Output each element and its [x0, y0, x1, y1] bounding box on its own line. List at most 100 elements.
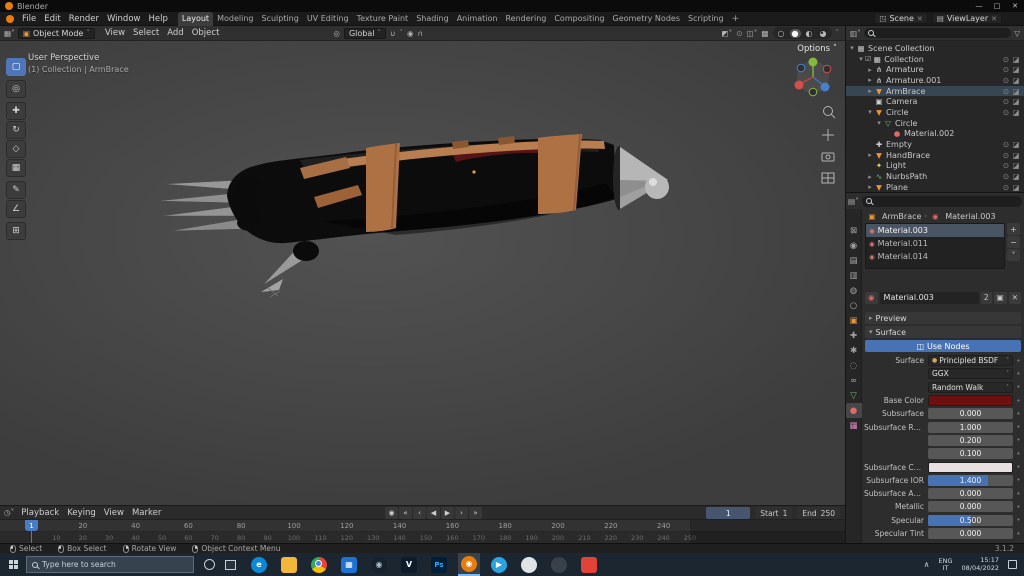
- unlink-material-icon[interactable]: ✕: [1009, 292, 1021, 304]
- timeline-menu-marker[interactable]: Marker: [128, 508, 165, 518]
- disclosure-down-icon[interactable]: ▾: [857, 55, 865, 63]
- specular-tint-field[interactable]: 0.000: [928, 528, 1013, 539]
- toggle-xray-icon[interactable]: ▩: [761, 29, 768, 38]
- timeline-editor-icon[interactable]: ◷˅: [4, 508, 14, 517]
- dark-app-taskbar-icon[interactable]: [548, 553, 570, 576]
- workspace-tab-layout[interactable]: Layout: [178, 12, 213, 26]
- timeline-menu-view[interactable]: View: [100, 508, 128, 518]
- scale-tool[interactable]: ◇: [6, 140, 26, 158]
- visibility-eye-icon[interactable]: ⊙: [1001, 172, 1011, 181]
- add-cube-tool[interactable]: ⊞: [6, 222, 26, 240]
- disclosure-down-icon[interactable]: ▾: [848, 44, 856, 52]
- render-visibility-icon[interactable]: ◪: [1011, 172, 1021, 181]
- visibility-eye-icon[interactable]: ⊙: [1001, 108, 1011, 117]
- preview-section-header[interactable]: ▸ Preview: [865, 312, 1021, 324]
- armbrace-object[interactable]: [157, 134, 669, 297]
- workspace-tab-rendering[interactable]: Rendering: [501, 12, 550, 26]
- current-frame-field[interactable]: 1: [706, 507, 750, 519]
- chrome-taskbar-icon[interactable]: [308, 553, 330, 576]
- axis-z-neg-icon[interactable]: [797, 64, 805, 72]
- red-app-taskbar-icon[interactable]: [578, 553, 600, 576]
- properties-tab-world[interactable]: ○: [846, 298, 862, 313]
- properties-tab-view-layer[interactable]: ▥: [846, 268, 862, 283]
- jump-to-start-button[interactable]: «: [399, 507, 412, 519]
- language-indicator[interactable]: ENG IT: [939, 558, 953, 572]
- file-explorer-taskbar-icon[interactable]: [278, 553, 300, 576]
- properties-tab-constraints[interactable]: ∞: [846, 373, 862, 388]
- browse-material-icon[interactable]: ◉: [865, 292, 878, 304]
- viewport-menu-add[interactable]: Add: [163, 28, 187, 38]
- visibility-eye-icon[interactable]: ⊙: [1001, 151, 1011, 160]
- breadcrumb-material[interactable]: Material.003: [945, 212, 995, 221]
- disclosure-right-icon[interactable]: ▸: [866, 183, 874, 191]
- rotate-tool[interactable]: ↻: [6, 121, 26, 139]
- add-slot-button[interactable]: +: [1007, 223, 1020, 235]
- animate-dot-icon[interactable]: •: [1013, 516, 1024, 524]
- properties-tab-particles[interactable]: ✱: [846, 343, 862, 358]
- visibility-eye-icon[interactable]: ⊙: [1001, 161, 1011, 170]
- photos-taskbar-icon[interactable]: ▦: [338, 553, 360, 576]
- menu-help[interactable]: Help: [144, 14, 171, 24]
- light-app-taskbar-icon[interactable]: [518, 553, 540, 576]
- remove-viewlayer-icon[interactable]: ✕: [991, 15, 997, 23]
- viewport-menu-object[interactable]: Object: [188, 28, 224, 38]
- steam-taskbar-icon[interactable]: ◉: [368, 553, 390, 576]
- visibility-eye-icon[interactable]: ⊙: [1001, 65, 1011, 74]
- workspace-tab-uv-editing[interactable]: UV Editing: [303, 12, 353, 26]
- slot-specials-button[interactable]: ˅: [1007, 249, 1020, 261]
- render-visibility-icon[interactable]: ◪: [1011, 97, 1021, 106]
- axis-y-neg-icon[interactable]: [809, 88, 817, 96]
- surface-field[interactable]: ●Principled BSDF˅: [928, 355, 1013, 366]
- visibility-eye-icon[interactable]: ⊙: [1001, 87, 1011, 96]
- render-visibility-icon[interactable]: ◪: [1011, 108, 1021, 117]
- animate-dot-icon[interactable]: •: [1013, 383, 1024, 391]
- add-workspace-button[interactable]: +: [728, 14, 744, 24]
- animate-dot-icon[interactable]: •: [1013, 397, 1024, 405]
- scene-selector[interactable]: ◳ Scene ✕: [874, 13, 927, 24]
- wireframe-shading-icon[interactable]: ○: [776, 29, 787, 38]
- subsurface-field[interactable]: 0.000: [928, 408, 1013, 419]
- outliner-row-camera[interactable]: ▣Camera⊙◪: [846, 96, 1024, 107]
- previous-keyframe-button[interactable]: ‹: [413, 507, 426, 519]
- taskbar-search-input[interactable]: Type here to search: [26, 556, 194, 573]
- proportional-editing-icon[interactable]: ◉: [407, 29, 414, 38]
- axis-z-icon[interactable]: [821, 83, 830, 92]
- subsurface-anisotropy-field[interactable]: 0.000: [928, 488, 1013, 499]
- visibility-eye-icon[interactable]: ⊙: [1001, 76, 1011, 85]
- animate-dot-icon[interactable]: •: [1013, 490, 1024, 498]
- options-dropdown[interactable]: Options ˅: [797, 44, 837, 54]
- close-button[interactable]: ✕: [1006, 0, 1024, 12]
- shading-dropdown-icon[interactable]: ˅: [836, 29, 840, 37]
- outliner-row-collection[interactable]: ▾☑▦Collection⊙◪: [846, 54, 1024, 65]
- outliner-row-circle[interactable]: ▾▼Circle⊙◪: [846, 107, 1024, 118]
- menu-window[interactable]: Window: [103, 14, 145, 24]
- properties-tab-object-data[interactable]: ▽: [846, 388, 862, 403]
- properties-tab-object[interactable]: ▣: [846, 313, 862, 328]
- workspace-tab-animation[interactable]: Animation: [453, 12, 502, 26]
- use-nodes-button[interactable]: ◫ Use Nodes: [865, 340, 1021, 352]
- outliner-row-nurbspath[interactable]: ▸∿NurbsPath⊙◪: [846, 171, 1024, 182]
- users-count-button[interactable]: 2: [981, 292, 992, 304]
- orientation-dropdown[interactable]: Global ˅: [344, 28, 386, 39]
- auto-keyframe-button[interactable]: ◉: [385, 507, 398, 519]
- viewport-canvas[interactable]: [0, 41, 845, 505]
- outliner-row-plane[interactable]: ▸▼Plane⊙◪: [846, 182, 1024, 192]
- toggle-ortho-icon[interactable]: [822, 173, 834, 183]
- show-object-types-icon[interactable]: ◩˅: [721, 29, 732, 38]
- edge-taskbar-icon[interactable]: e: [248, 553, 270, 576]
- workspace-tab-compositing[interactable]: Compositing: [550, 12, 608, 26]
- show-gizmo-icon[interactable]: ⊙: [736, 29, 742, 38]
- subsurface-color-field[interactable]: [928, 462, 1013, 473]
- transform-pivot-icon[interactable]: ◎: [333, 29, 340, 38]
- playhead[interactable]: 1: [25, 520, 38, 531]
- material-slot-material-003[interactable]: ◉Material.003: [866, 224, 1004, 237]
- disclosure-right-icon[interactable]: ▸: [866, 87, 874, 95]
- workspace-tab-geometry-nodes[interactable]: Geometry Nodes: [609, 12, 684, 26]
- annotate-tool[interactable]: ✎: [6, 181, 26, 199]
- axis-x-neg-icon[interactable]: [823, 65, 831, 73]
- maximize-button[interactable]: □: [988, 0, 1006, 12]
- menu-edit[interactable]: Edit: [40, 14, 64, 24]
- workspace-tab-scripting[interactable]: Scripting: [684, 12, 728, 26]
- disclosure-right-icon[interactable]: ▸: [866, 151, 874, 159]
- notification-center-icon[interactable]: [1008, 560, 1017, 569]
